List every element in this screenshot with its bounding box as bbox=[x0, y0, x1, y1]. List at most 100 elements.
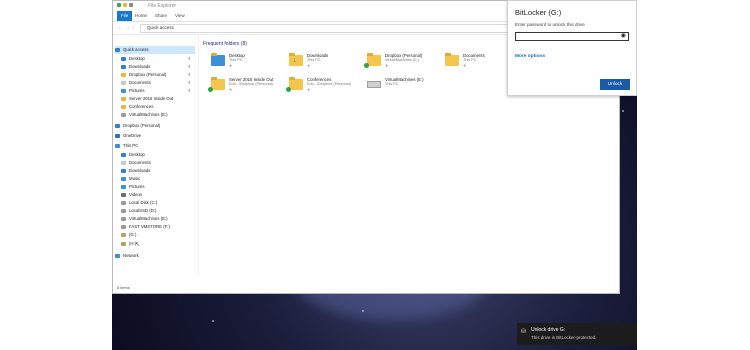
network-icon bbox=[115, 253, 120, 258]
nav-pc-localssd-d[interactable]: LocalSSD (D:) bbox=[121, 207, 156, 215]
nav-network[interactable]: Network bbox=[115, 252, 139, 260]
nav-pc-fastvmstore-f[interactable]: FAST VMSTORE (F:) bbox=[121, 223, 170, 231]
nav-pc-drive-h[interactable]: (H:) ↖ bbox=[121, 240, 140, 248]
pin-icon: ✈ bbox=[229, 87, 233, 92]
nav-qa-dropbox[interactable]: Dropbox (Personal) ✈ bbox=[121, 71, 197, 79]
dialog-title: BitLocker (G:) bbox=[515, 8, 562, 17]
nav-this-pc[interactable]: This PC bbox=[115, 142, 138, 150]
nav-dropbox[interactable]: Dropbox (Personal) bbox=[115, 122, 160, 130]
eye-icon[interactable]: ◉ bbox=[621, 33, 626, 40]
pin-icon: ✈ bbox=[187, 88, 191, 93]
cloud-icon bbox=[115, 133, 120, 138]
tab-file[interactable]: File bbox=[117, 11, 133, 21]
nav-label: LocalSSD (D:) bbox=[129, 208, 157, 213]
nav-label: Videos bbox=[129, 192, 143, 197]
drive-lock-icon: ⛁ bbox=[521, 329, 527, 335]
nav-label: Quick access bbox=[123, 47, 149, 52]
bitlocker-dialog: BitLocker (G:) Enter password to unlock … bbox=[507, 0, 637, 96]
tab-share[interactable]: Share bbox=[151, 11, 171, 21]
folder-location: This PC bbox=[463, 58, 477, 62]
nav-pc-virtualmachines-e[interactable]: VirtualMachines (E:) bbox=[121, 215, 168, 223]
qat-icon[interactable] bbox=[117, 3, 121, 7]
nav-pc-local-c[interactable]: Local Disk (C:) bbox=[121, 199, 157, 207]
nav-pc-music[interactable]: Music bbox=[121, 175, 140, 183]
unlock-button[interactable]: Unlock bbox=[600, 79, 630, 90]
dropbox-icon bbox=[115, 123, 120, 128]
folder-virtualmachines[interactable]: VirtualMachines (E:) This PC bbox=[367, 77, 447, 99]
nav-pc-desktop[interactable]: Desktop bbox=[121, 151, 145, 159]
nav-label: Local Disk (C:) bbox=[129, 200, 158, 205]
nav-pc-drive-g[interactable]: (G:) bbox=[121, 231, 136, 239]
tab-home[interactable]: Home bbox=[131, 11, 151, 21]
folder-icon bbox=[211, 77, 225, 90]
nav-label: Documents bbox=[129, 80, 151, 85]
nav-label: Documents bbox=[129, 160, 151, 165]
nav-label: Pictures bbox=[129, 184, 145, 189]
folder-location: This PC bbox=[385, 82, 399, 86]
nav-qa-conferences[interactable]: Conferences bbox=[121, 103, 197, 111]
qat-folder-icon[interactable] bbox=[123, 3, 127, 7]
nav-qa-desktop[interactable]: Desktop ✈ bbox=[121, 55, 197, 63]
folder-dropbox[interactable]: Dropbox (Personal) VirtualMachines (E:) … bbox=[364, 53, 447, 75]
password-input[interactable]: ◉ bbox=[515, 32, 629, 41]
nav-pc-videos[interactable]: Videos bbox=[121, 191, 142, 199]
nav-quick-access[interactable]: Quick access bbox=[115, 46, 195, 54]
nav-qa-server2016[interactable]: Server 2016 Inside Out bbox=[121, 95, 197, 103]
nav-label: Dropbox (Personal) bbox=[129, 72, 167, 77]
locked-drive-icon bbox=[121, 241, 126, 246]
nav-label: This PC bbox=[123, 143, 139, 148]
pin-icon: ✈ bbox=[307, 63, 311, 68]
folder-icon bbox=[211, 53, 225, 66]
pin-icon: ✈ bbox=[187, 80, 191, 85]
locked-drive-icon bbox=[121, 232, 126, 237]
address-bar[interactable]: Quick access bbox=[140, 24, 562, 33]
folder-icon bbox=[367, 53, 381, 66]
nav-qa-downloads[interactable]: Downloads ✈ bbox=[121, 63, 197, 71]
folder-location: This PC bbox=[229, 58, 243, 62]
document-icon bbox=[121, 160, 126, 165]
nav-label: Downloads bbox=[129, 64, 151, 69]
folder-icon bbox=[121, 104, 126, 109]
nav-qa-virtualmachines[interactable]: VirtualMachines (E:) bbox=[121, 111, 197, 119]
music-icon bbox=[121, 176, 126, 181]
nav-label: Conferences bbox=[129, 104, 154, 109]
sync-check-icon bbox=[286, 87, 291, 92]
folder-icon bbox=[289, 77, 303, 90]
nav-pc-documents[interactable]: Documents bbox=[121, 159, 151, 167]
nav-qa-pictures[interactable]: Pictures ✈ bbox=[121, 87, 197, 95]
folder-desktop[interactable]: Desktop This PC ✈ bbox=[211, 53, 291, 75]
folder-conferences[interactable]: Conferences Edu...\Dropbox (Personal) ✈ bbox=[286, 77, 369, 99]
up-arrow-icon[interactable]: ↑ bbox=[132, 25, 135, 31]
nav-label: Music bbox=[129, 176, 141, 181]
nav-pc-downloads[interactable]: Downloads bbox=[121, 167, 150, 175]
folder-icon: ↓ bbox=[289, 53, 303, 66]
nav-onedrive[interactable]: OneDrive bbox=[115, 132, 141, 140]
nav-label: VirtualMachines (E:) bbox=[129, 216, 168, 221]
sync-check-icon bbox=[364, 63, 369, 68]
sync-check-icon bbox=[208, 87, 213, 92]
star-icon bbox=[115, 47, 120, 52]
download-icon bbox=[121, 64, 126, 69]
nav-qa-documents[interactable]: Documents ✈ bbox=[121, 79, 197, 87]
back-arrow-icon[interactable]: ← bbox=[118, 25, 123, 31]
nav-label: Desktop bbox=[129, 56, 145, 61]
folder-location: Edu...\Dropbox (Personal) bbox=[307, 82, 351, 86]
drive-icon bbox=[121, 112, 126, 117]
pin-icon: ✈ bbox=[187, 72, 191, 77]
frequent-folders-header[interactable]: Frequent folders (8) bbox=[203, 41, 247, 47]
nav-label: OneDrive bbox=[123, 133, 142, 138]
folder-location: Edu...\Dropbox (Personal) bbox=[229, 82, 273, 86]
folder-icon bbox=[121, 72, 126, 77]
folder-server2016[interactable]: Server 2016 Inside Out Edu...\Dropbox (P… bbox=[208, 77, 291, 99]
folder-downloads[interactable]: ↓ Downloads This PC ✈ bbox=[289, 53, 369, 75]
download-icon bbox=[121, 168, 126, 173]
nav-pc-pictures[interactable]: Pictures bbox=[121, 183, 145, 191]
folder-location: This PC bbox=[307, 58, 321, 62]
notification-toast[interactable]: ⛁ Unlock drive G: This drive is BitLocke… bbox=[517, 323, 637, 345]
tab-view[interactable]: View bbox=[171, 11, 189, 21]
forward-arrow-icon[interactable]: → bbox=[125, 25, 130, 31]
nav-label: FAST VMSTORE (F:) bbox=[129, 224, 170, 229]
star bbox=[622, 110, 624, 112]
qat-dropdown-icon[interactable] bbox=[129, 3, 133, 7]
more-options-link[interactable]: More options bbox=[515, 54, 545, 59]
